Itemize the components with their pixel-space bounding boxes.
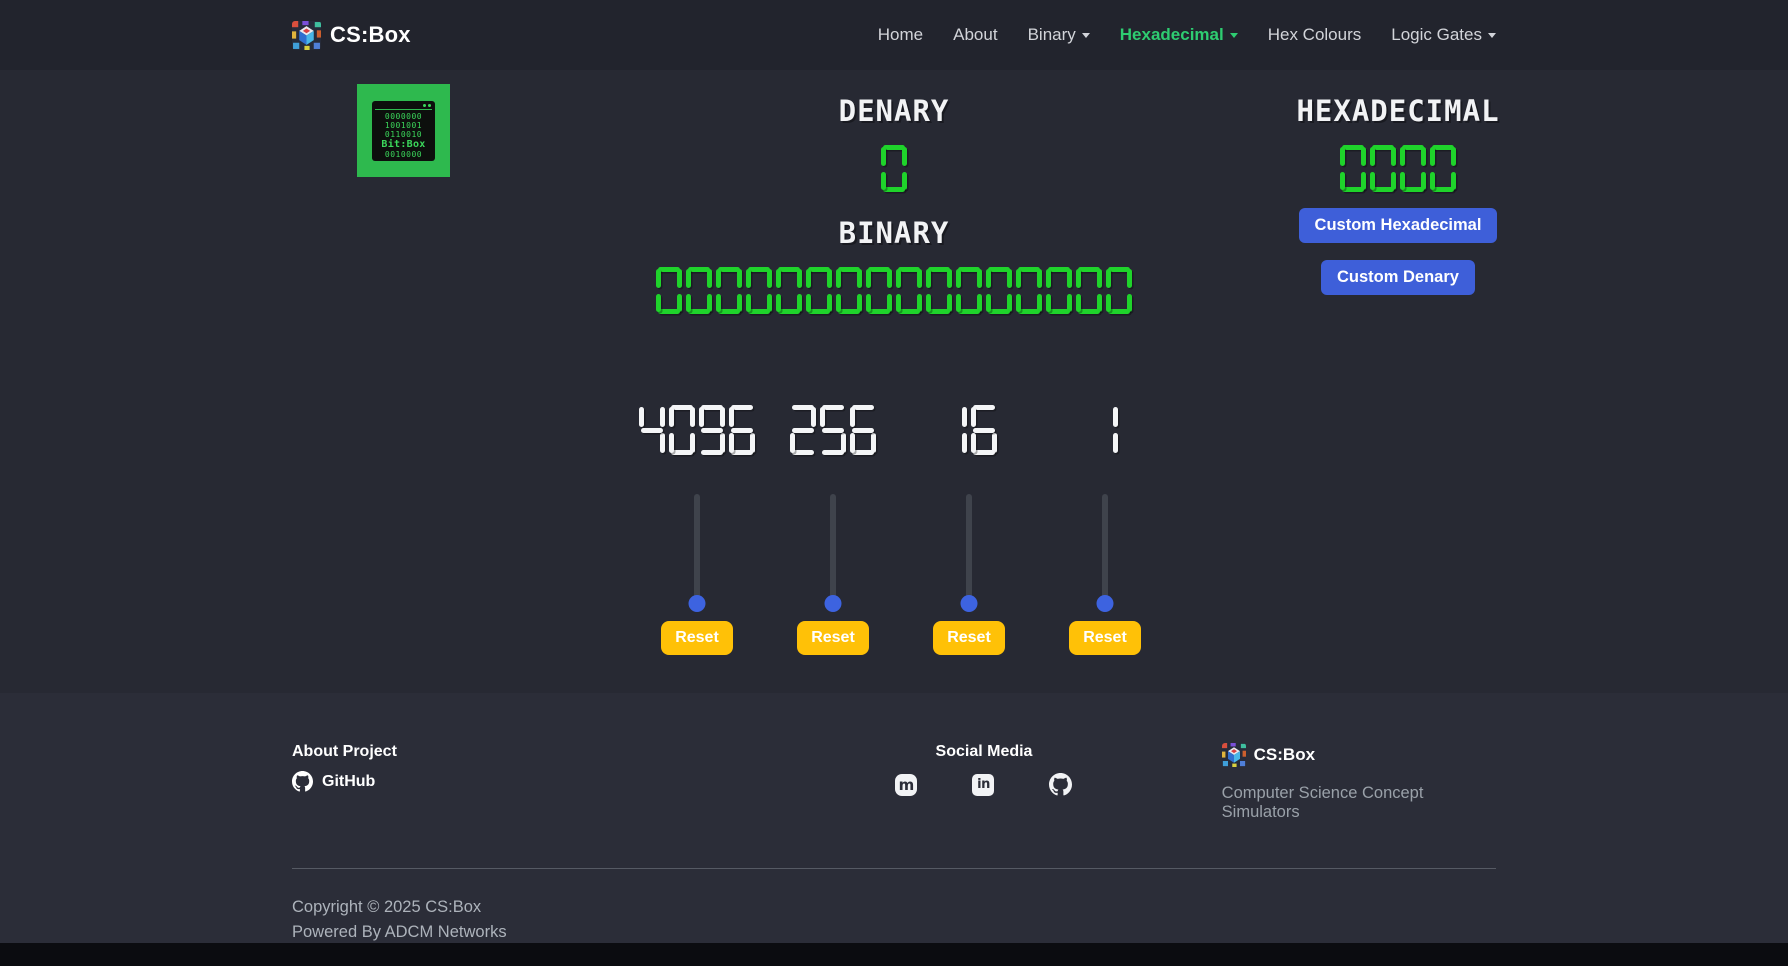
bitbox-binary-row: 0010000 [375, 150, 432, 159]
bitbox-label: Bit:Box [375, 139, 432, 150]
slider-column-16: Reset [901, 405, 1037, 655]
binary-value-display [644, 267, 1144, 314]
linkedin-glyph: in [977, 777, 990, 792]
hexadecimal-panel: HEXADECIMAL Custom Hexadecimal Custom De… [1238, 94, 1558, 295]
place-value-16 [939, 405, 999, 455]
linkedin-icon[interactable]: in [972, 774, 994, 796]
copyright-line: Copyright © 2025 CS:Box [292, 895, 1496, 920]
nav-item-binary[interactable]: Binary [1028, 25, 1090, 45]
footer-brand-row: CS:Box [1222, 743, 1496, 767]
nav-item-logic-gates-label: Logic Gates [1391, 25, 1482, 44]
window-dot-icon [423, 104, 426, 107]
footer-about-column: About Project GitHub [292, 743, 693, 822]
github-social-link[interactable] [1049, 773, 1072, 796]
hex-digit-slider-256[interactable] [830, 494, 836, 599]
github-icon [1049, 773, 1072, 796]
reset-button-16[interactable]: Reset [933, 621, 1005, 655]
nav-item-hexadecimal-label: Hexadecimal [1120, 25, 1224, 44]
nav-item-home[interactable]: Home [878, 25, 923, 45]
footer-social-column: Social Media m in [693, 743, 1094, 822]
brand-name: CS:Box [330, 22, 411, 48]
place-value-4096 [637, 405, 757, 455]
nav-item-hex-colours[interactable]: Hex Colours [1268, 25, 1362, 45]
bitbox-titlebar [375, 103, 432, 110]
footer-columns: About Project GitHub Social Media m in [292, 743, 1496, 822]
slider-thumb[interactable] [825, 595, 842, 612]
slider-thumb[interactable] [689, 595, 706, 612]
custom-hexadecimal-button[interactable]: Custom Hexadecimal [1299, 208, 1498, 243]
github-octocat-icon [292, 771, 313, 792]
reset-button-4096[interactable]: Reset [661, 621, 733, 655]
binary-heading: BINARY [644, 216, 1144, 250]
denary-heading: DENARY [644, 94, 1144, 128]
slider-thumb[interactable] [961, 595, 978, 612]
main-content: 0000000 1001001 0110010 Bit:Box 0010000 … [0, 70, 1788, 693]
bottom-strip [0, 943, 1788, 966]
slider-column-4096: Reset [629, 405, 765, 655]
custom-denary-button[interactable]: Custom Denary [1321, 260, 1475, 295]
hex-digit-slider-1[interactable] [1102, 494, 1108, 599]
bitbox-logo-image: 0000000 1001001 0110010 Bit:Box 0010000 [357, 84, 450, 177]
bitbox-binary-row: 0110010 [375, 130, 432, 139]
social-icons-row: m in [873, 773, 1094, 796]
mastodon-icon[interactable]: m [895, 774, 917, 796]
footer: About Project GitHub Social Media m in [0, 693, 1788, 943]
nav-item-hexadecimal[interactable]: Hexadecimal [1120, 25, 1238, 45]
slider-thumb[interactable] [1097, 595, 1114, 612]
hex-digit-slider-16[interactable] [966, 494, 972, 599]
caret-down-icon [1488, 33, 1496, 38]
window-dot-icon [428, 104, 431, 107]
about-project-heading: About Project [292, 743, 693, 761]
hexadecimal-heading: HEXADECIMAL [1238, 94, 1558, 128]
place-value-1 [1090, 405, 1120, 455]
sliders-row: Reset Reset Reset [7, 405, 1788, 655]
csbox-cube-logo-icon [292, 21, 321, 50]
reset-button-256[interactable]: Reset [797, 621, 869, 655]
bitbox-binary-row: 1001001 [375, 121, 432, 130]
denary-binary-panel: DENARY BINARY [644, 94, 1144, 314]
csbox-cube-logo-icon [1222, 743, 1246, 767]
navbar-inner: CS:Box Home About Binary Hexadecimal Hex… [292, 21, 1496, 50]
footer-brand-name: CS:Box [1254, 745, 1315, 765]
hexadecimal-value-display [1238, 145, 1558, 192]
footer-divider [292, 868, 1496, 869]
powered-by-line: Powered By ADCM Networks [292, 920, 1496, 945]
brand-link[interactable]: CS:Box [292, 21, 411, 50]
footer-brand-column: CS:Box Computer Science Concept Simulato… [1095, 743, 1496, 822]
social-media-heading: Social Media [873, 743, 1094, 761]
github-repo-link[interactable]: GitHub [292, 771, 375, 792]
caret-down-icon [1082, 33, 1090, 38]
reset-button-1[interactable]: Reset [1069, 621, 1141, 655]
slider-column-256: Reset [765, 405, 901, 655]
copyright-block: Copyright © 2025 CS:Box Powered By ADCM … [292, 895, 1496, 945]
place-value-256 [788, 405, 878, 455]
nav-item-binary-label: Binary [1028, 25, 1076, 44]
footer-inner: About Project GitHub Social Media m in [292, 693, 1496, 945]
github-link-label: GitHub [322, 773, 375, 791]
nav-item-about[interactable]: About [953, 25, 997, 45]
footer-tagline: Computer Science Concept Simulators [1222, 784, 1496, 822]
bitbox-binary-row: 0000000 [375, 112, 432, 121]
bitbox-window: 0000000 1001001 0110010 Bit:Box 0010000 [372, 101, 435, 161]
mastodon-glyph: m [899, 776, 915, 794]
nav-links: Home About Binary Hexadecimal Hex Colour… [878, 25, 1496, 45]
hex-digit-slider-4096[interactable] [694, 494, 700, 599]
navbar: CS:Box Home About Binary Hexadecimal Hex… [0, 0, 1788, 70]
denary-value-display [644, 145, 1144, 192]
nav-item-logic-gates[interactable]: Logic Gates [1391, 25, 1496, 45]
page: CS:Box Home About Binary Hexadecimal Hex… [0, 0, 1788, 966]
slider-column-1: Reset [1037, 405, 1173, 655]
caret-down-icon [1230, 33, 1238, 38]
